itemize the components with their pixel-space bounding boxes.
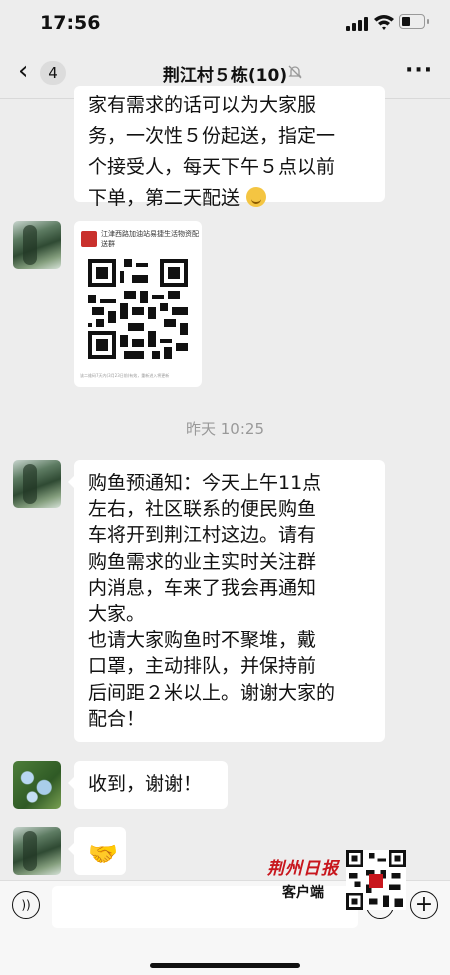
home-indicator (150, 963, 300, 968)
status-bar: 17:56 (0, 0, 450, 46)
message-line: 后间距２米以上。谢谢大家的 (88, 681, 336, 704)
message-line: 大家。 (88, 603, 146, 626)
message-line: 务，一次性５份起送，指定一 (88, 125, 336, 147)
watermark-stamp-icon (369, 874, 383, 888)
message-line: 购鱼预通知：今天上午11点 (88, 472, 322, 494)
watermark-subtitle: 客户端 (282, 885, 324, 901)
chat-title: 荆江村５栋(10) (0, 61, 450, 86)
chat-timestamp: 昨天 10:25 (0, 418, 450, 439)
watermark-logo: 荆州日报 (267, 859, 339, 879)
message-bubble[interactable]: 购鱼预通知：今天上午11点 左右，社区联系的便民购鱼 车将开到荆江村这边。请有 … (68, 460, 385, 742)
timestamp-text: 昨天 10:25 (186, 420, 264, 438)
message-line: 也请大家购鱼时不聚堆，戴 (88, 629, 317, 652)
message-line: 家有需求的话可以为大家服 (88, 94, 317, 116)
qr-code-card[interactable]: 江津西路加油站易捷生活物资配送群 该二维码7天内(3月23日前)有效，重新进入将… (74, 221, 202, 387)
card-footer: 该二维码7天内(3月23日前)有效，重新进入将更新 (80, 373, 170, 378)
group-logo-icon (81, 231, 97, 247)
wifi-icon (374, 15, 394, 30)
smile-emoji-icon (246, 187, 267, 207)
message-line: 内消息，车来了我会再通知 (88, 576, 317, 599)
status-time: 17:56 (40, 12, 101, 34)
avatar[interactable] (13, 460, 61, 508)
message-text: 下单，第二天配送 (88, 187, 241, 209)
message-text: 收到，谢谢！ (88, 773, 203, 795)
signal-icon (346, 15, 368, 31)
card-header: 江津西路加油站易捷生活物资配送群 (81, 229, 199, 251)
chat-title-text: 荆江村５栋(10) (162, 66, 288, 86)
message-line: 下单，第二天配送 (88, 183, 385, 214)
message-line: 左右，社区联系的便民购鱼 (88, 498, 317, 521)
avatar[interactable] (13, 761, 61, 809)
ellipsis-icon[interactable]: ··· (405, 58, 433, 83)
plus-icon[interactable]: + (410, 891, 438, 919)
watermark: 荆州日报 客户端 (258, 846, 410, 916)
message-bubble[interactable]: 家有需求的话可以为大家服 务，一次性５份起送，指定一 个接受人，每天下午５点以前… (74, 86, 385, 209)
qr-code-image (88, 259, 188, 359)
message-line: 车将开到荆江村这边。请有 (88, 524, 317, 547)
message-line: 购鱼需求的业主实时关注群 (88, 550, 317, 573)
avatar[interactable] (13, 221, 61, 269)
message-line: 个接受人，每天下午５点以前 (88, 156, 336, 178)
message-bubble[interactable]: 收到，谢谢！ (68, 761, 228, 809)
bell-slash-icon (288, 65, 302, 79)
message-line: 配合！ (88, 707, 146, 730)
battery-icon (399, 14, 429, 29)
handshake-emoji: 🤝 (88, 840, 118, 868)
card-title: 江津西路加油站易捷生活物资配送群 (101, 230, 199, 248)
avatar[interactable] (13, 827, 61, 875)
voice-icon[interactable]: )) (12, 891, 40, 919)
message-line: 口罩，主动排队，并保持前 (88, 655, 317, 678)
